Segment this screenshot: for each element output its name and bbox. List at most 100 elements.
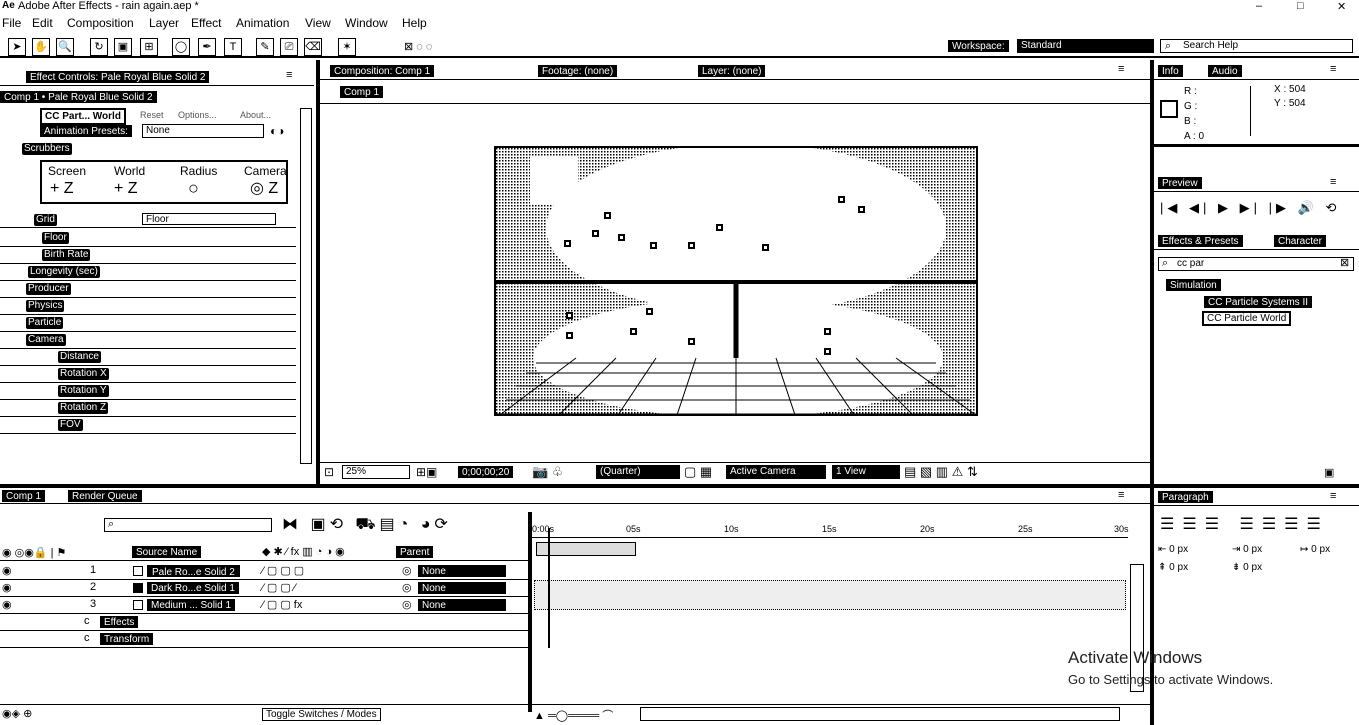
layer-row[interactable]: ◉ 2 Dark Ro...e Solid 1 ⁄ ▢ ▢ ⁄ ◎ None <box>0 580 528 597</box>
prop-rotation-z[interactable]: Rotation Z <box>58 402 109 414</box>
view-options-icon[interactable]: ▤ ▧ ▥ ⚠ ⇅ <box>904 464 978 480</box>
zoom-tool-icon[interactable]: 🔍 <box>56 38 74 56</box>
panel-menu-icon[interactable]: ≡ <box>1330 176 1336 188</box>
effect-cc-particle-systems-ii[interactable]: CC Particle Systems II <box>1204 296 1313 308</box>
scrubber-screen[interactable]: + Z <box>50 180 74 198</box>
camera-tool-icon[interactable]: ▣ <box>114 38 132 56</box>
search-help-input[interactable]: Search Help <box>1160 39 1353 53</box>
character-tab[interactable]: Character <box>1274 235 1326 247</box>
comp-viewer[interactable] <box>494 146 978 416</box>
layer-name[interactable]: Pale Ro...e Solid 2 <box>147 565 240 578</box>
about-link[interactable]: About... <box>240 110 271 120</box>
scrubber-world[interactable]: + Z <box>114 180 138 198</box>
eye-icon[interactable]: ◉ <box>2 581 12 594</box>
prop-physics[interactable]: Physics <box>26 300 65 312</box>
preset-nav-icon[interactable]: ◐◑ <box>270 124 285 138</box>
pickwhip-icon[interactable]: ◎ <box>402 564 412 577</box>
time-ruler[interactable]: 0:00s 05s 10s 15s 20s 25s 30s <box>532 524 1129 538</box>
camera-select[interactable]: Active Camera <box>726 465 826 479</box>
mask-tool-icon[interactable]: ◯ <box>172 38 190 56</box>
simulation-category[interactable]: Simulation <box>1166 279 1221 291</box>
layer-duration-bars[interactable] <box>534 580 1126 610</box>
current-time-indicator[interactable] <box>548 528 550 648</box>
zoom-select[interactable]: 25% <box>342 465 410 479</box>
indent-left-field[interactable]: ⇤ 0 px <box>1158 544 1188 555</box>
menu-layer[interactable]: Layer <box>149 16 179 30</box>
panel-menu-icon[interactable]: ≡ <box>1118 63 1124 75</box>
prop-rotation-y[interactable]: Rotation Y <box>58 385 109 397</box>
layer-row[interactable]: ◉ 1 Pale Ro...e Solid 2 ⁄ ▢ ▢ ▢ ◎ None <box>0 563 528 580</box>
indent-first-field[interactable]: ↦ 0 px <box>1300 544 1330 555</box>
views-select[interactable]: 1 View <box>832 465 900 479</box>
info-tab[interactable]: Info <box>1158 65 1183 77</box>
menu-composition[interactable]: Composition <box>67 16 134 30</box>
menu-view[interactable]: View <box>305 16 331 30</box>
layer-switches[interactable]: ⁄ ▢ ▢ ⁄ <box>262 581 296 594</box>
layer-name[interactable]: Medium ... Solid 1 <box>147 599 236 611</box>
parent-column[interactable]: Parent <box>396 546 434 558</box>
mute-button[interactable]: 🔊 <box>1298 200 1318 215</box>
timecode-display[interactable]: 0;00;00;20 <box>458 466 514 478</box>
close-button[interactable]: ✕ <box>1337 0 1346 13</box>
eye-icon[interactable]: ◉ <box>2 564 12 577</box>
scrubber-camera[interactable]: ◎ Z <box>250 178 278 198</box>
timeline-search-input[interactable] <box>104 518 272 532</box>
options-link[interactable]: Options... <box>178 110 217 120</box>
panel-menu-icon[interactable]: ≡ <box>1330 63 1336 75</box>
work-area-bar[interactable] <box>536 542 636 556</box>
layer-row[interactable]: ◉ 3 Medium ... Solid 1 ⁄ ▢ ▢ fx ◎ None <box>0 597 528 614</box>
new-folder-icon[interactable]: ▣ <box>1324 466 1334 479</box>
pickwhip-icon[interactable]: ◎ <box>402 581 412 594</box>
hand-tool-icon[interactable]: ✋ <box>32 38 50 56</box>
effects-presets-tab[interactable]: Effects & Presets <box>1158 235 1243 247</box>
prop-floor[interactable]: Floor <box>42 232 69 244</box>
pan-behind-tool-icon[interactable]: ⊞ <box>140 38 158 56</box>
play-button[interactable]: ▶ <box>1218 200 1232 215</box>
prev-frame-button[interactable]: ◀| <box>1189 200 1210 215</box>
prop-birth-rate[interactable]: Birth Rate <box>42 249 91 261</box>
minimize-button[interactable]: – <box>1256 0 1262 12</box>
eraser-tool-icon[interactable]: ⌫ <box>304 38 322 56</box>
menu-effect[interactable]: Effect <box>191 16 221 30</box>
type-tool-icon[interactable]: T <box>224 38 242 56</box>
prop-producer[interactable]: Producer <box>26 283 71 295</box>
footer-toggle-icons[interactable]: ◉◈ ⊕ <box>2 707 32 720</box>
first-frame-button[interactable]: |◀ <box>1160 200 1181 215</box>
sublayer-row[interactable]: c Transform <box>0 631 528 648</box>
zoom-slider[interactable]: ▲ ═◯════ ⌒ <box>534 707 613 723</box>
clone-stamp-tool-icon[interactable]: ⎚ <box>280 38 298 56</box>
audio-tab[interactable]: Audio <box>1208 65 1242 77</box>
footage-tab[interactable]: Footage: (none) <box>538 65 618 77</box>
reset-link[interactable]: Reset <box>140 110 164 120</box>
prop-particle[interactable]: Particle <box>26 317 64 329</box>
last-frame-button[interactable]: |▶ <box>1269 200 1290 215</box>
effect-name[interactable]: CC Part... World <box>40 108 126 125</box>
effect-cc-particle-world[interactable]: CC Particle World <box>1202 311 1292 326</box>
indent-right-field[interactable]: ⇥ 0 px <box>1232 544 1262 555</box>
effect-controls-tab[interactable]: Effect Controls: Pale Royal Blue Solid 2 <box>26 71 210 83</box>
workspace-select[interactable]: Standard <box>1017 39 1154 53</box>
layer-name[interactable]: Dark Ro...e Solid 1 <box>147 582 239 594</box>
toggle-switches-modes-button[interactable]: Toggle Switches / Modes <box>262 708 381 721</box>
menu-window[interactable]: Window <box>345 16 388 30</box>
next-frame-button[interactable]: ▶| <box>1240 200 1261 215</box>
prop-fov[interactable]: FOV <box>58 419 83 431</box>
auto-orient-icon[interactable]: ⊠ ◌ ◌ <box>404 40 432 53</box>
layer-switches[interactable]: ⁄ ▢ ▢ ▢ <box>262 564 304 577</box>
resolution-select[interactable]: (Quarter) <box>596 465 680 479</box>
eye-icon[interactable]: ◉ <box>2 598 12 611</box>
sublayer-row[interactable]: c Effects <box>0 614 528 631</box>
transform-sublayer[interactable]: Transform <box>100 633 154 645</box>
scrubbers-group[interactable]: Scrubbers <box>22 143 72 155</box>
maximize-button[interactable]: □ <box>1297 0 1304 12</box>
alignment-buttons[interactable]: ☰☰☰ ☰☰☰☰ <box>1160 514 1329 534</box>
space-after-field[interactable]: ⇟ 0 px <box>1232 562 1262 573</box>
menu-edit[interactable]: Edit <box>32 16 53 30</box>
parent-select[interactable]: None <box>418 582 506 594</box>
prop-distance[interactable]: Distance <box>58 351 101 363</box>
always-preview-icon[interactable]: ⊡ <box>324 465 334 479</box>
source-name-column[interactable]: Source Name <box>132 546 202 558</box>
selection-tool-icon[interactable]: ➤ <box>8 38 26 56</box>
animation-presets-select[interactable]: None <box>142 124 264 138</box>
composition-tab[interactable]: Composition: Comp 1 <box>330 65 435 77</box>
